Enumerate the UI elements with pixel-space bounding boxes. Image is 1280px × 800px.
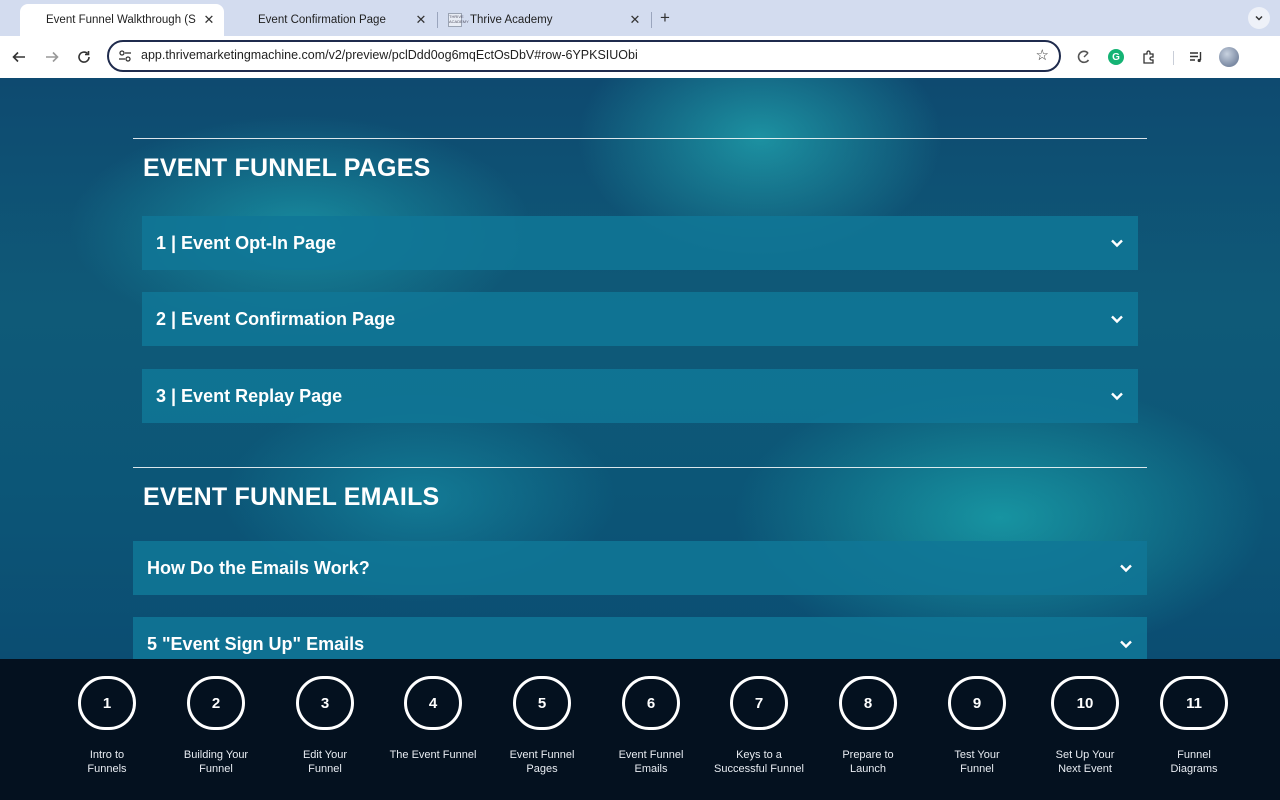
step-11-funnel-diagrams[interactable]: 11 Funnel Diagrams xyxy=(1139,659,1249,800)
new-tab-button[interactable]: + xyxy=(655,8,675,28)
address-bar[interactable]: app.thrivemarketingmachine.com/v2/previe… xyxy=(107,40,1061,72)
tab-strip: Event Funnel Walkthrough (ST ✕ Event Con… xyxy=(0,0,1280,36)
close-icon[interactable]: ✕ xyxy=(412,11,430,29)
forward-arrow-icon[interactable] xyxy=(41,46,63,68)
page-viewport: EVENT FUNNEL PAGES 1 | Event Opt-In Page… xyxy=(0,78,1280,659)
step-number[interactable]: 1 xyxy=(78,676,136,730)
grammarly-icon[interactable]: G xyxy=(1108,49,1124,65)
step-label[interactable]: Test Your Funnel xyxy=(922,748,1032,776)
accordion-event-opt-in-page[interactable]: 1 | Event Opt-In Page xyxy=(142,216,1138,270)
step-number[interactable]: 2 xyxy=(187,676,245,730)
accordion-event-confirmation-page[interactable]: 2 | Event Confirmation Page xyxy=(142,292,1138,346)
chevron-down-icon xyxy=(1111,392,1123,401)
step-10-set-up-your-next-event[interactable]: 10 Set Up Your Next Event xyxy=(1030,659,1140,800)
section-title-event-funnel-emails: EVENT FUNNEL EMAILS xyxy=(143,483,440,511)
step-number[interactable]: 5 xyxy=(513,676,571,730)
accordion-label: 5 "Event Sign Up" Emails xyxy=(147,633,365,654)
section-divider xyxy=(133,138,1147,139)
step-label[interactable]: Edit Your Funnel xyxy=(270,748,380,776)
step-number[interactable]: 11 xyxy=(1160,676,1228,730)
step-label[interactable]: Event Funnel Emails xyxy=(596,748,706,776)
step-number[interactable]: 6 xyxy=(622,676,680,730)
accordion-label: 1 | Event Opt-In Page xyxy=(156,232,337,253)
accordion-event-replay-page[interactable]: 3 | Event Replay Page xyxy=(142,369,1138,423)
close-icon[interactable]: ✕ xyxy=(200,11,218,29)
tab-search-chevron-down-icon[interactable] xyxy=(1248,7,1270,29)
step-label[interactable]: Intro to Funnels xyxy=(52,748,162,776)
accordion-how-do-the-emails-work[interactable]: How Do the Emails Work? xyxy=(133,541,1147,595)
accordion-label: 3 | Event Replay Page xyxy=(156,385,343,406)
section-title-event-funnel-pages: EVENT FUNNEL PAGES xyxy=(143,154,431,182)
tab-separator xyxy=(651,12,652,28)
step-6-event-funnel-emails[interactable]: 6 Event Funnel Emails xyxy=(596,659,706,800)
step-number[interactable]: 7 xyxy=(730,676,788,730)
chevron-down-icon xyxy=(1111,239,1123,248)
step-label[interactable]: Building Your Funnel xyxy=(161,748,271,776)
tab-separator xyxy=(437,12,438,28)
tab-title: Event Confirmation Page xyxy=(258,14,386,26)
bottom-step-nav: 1 Intro to Funnels 2 Building Your Funne… xyxy=(0,659,1280,800)
thrive-academy-favicon-icon: THRIVE ACADEMY xyxy=(448,13,469,27)
chevron-down-icon xyxy=(1120,564,1132,573)
step-label[interactable]: Keys to a Successful Funnel xyxy=(704,748,814,776)
tab-title: Event Funnel Walkthrough (ST xyxy=(46,14,196,26)
step-1-intro-to-funnels[interactable]: 1 Intro to Funnels xyxy=(52,659,162,800)
step-4-the-event-funnel[interactable]: 4 The Event Funnel xyxy=(378,659,488,800)
step-number[interactable]: 9 xyxy=(948,676,1006,730)
loading-circle-icon[interactable] xyxy=(1074,47,1094,67)
puzzle-icon[interactable] xyxy=(1139,47,1159,67)
section-divider xyxy=(133,467,1147,468)
step-number[interactable]: 3 xyxy=(296,676,354,730)
close-icon[interactable]: ✕ xyxy=(626,11,644,29)
step-label[interactable]: Prepare to Launch xyxy=(813,748,923,776)
chevron-down-icon xyxy=(1120,640,1132,649)
tab-event-funnel-walkthrough[interactable]: Event Funnel Walkthrough (ST ✕ xyxy=(20,4,224,36)
step-7-keys-to-a-successful-funnel[interactable]: 7 Keys to a Successful Funnel xyxy=(704,659,814,800)
avatar[interactable] xyxy=(1219,47,1239,67)
step-label[interactable]: Set Up Your Next Event xyxy=(1030,748,1140,776)
step-label[interactable]: The Event Funnel xyxy=(378,748,488,762)
step-number[interactable]: 4 xyxy=(404,676,462,730)
step-2-building-your-funnel[interactable]: 2 Building Your Funnel xyxy=(161,659,271,800)
accordion-label: How Do the Emails Work? xyxy=(147,557,370,578)
reload-icon[interactable] xyxy=(73,46,95,68)
step-9-test-your-funnel[interactable]: 9 Test Your Funnel xyxy=(922,659,1032,800)
accordion-label: 2 | Event Confirmation Page xyxy=(156,308,396,329)
star-icon[interactable]: ☆ xyxy=(1036,46,1049,64)
accordion-event-sign-up-emails[interactable]: 5 "Event Sign Up" Emails xyxy=(133,617,1147,659)
tab-thrive-academy[interactable]: THRIVE ACADEMY Thrive Academy ✕ xyxy=(440,4,650,36)
step-number[interactable]: 10 xyxy=(1051,676,1119,730)
step-5-event-funnel-pages[interactable]: 5 Event Funnel Pages xyxy=(487,659,597,800)
step-label[interactable]: Funnel Diagrams xyxy=(1139,748,1249,776)
step-label[interactable]: Event Funnel Pages xyxy=(487,748,597,776)
step-8-prepare-to-launch[interactable]: 8 Prepare to Launch xyxy=(813,659,923,800)
back-arrow-icon[interactable] xyxy=(8,46,30,68)
step-3-edit-your-funnel[interactable]: 3 Edit Your Funnel xyxy=(270,659,380,800)
tab-event-confirmation-page[interactable]: Event Confirmation Page ✕ xyxy=(232,4,436,36)
media-control-icon[interactable] xyxy=(1186,47,1206,67)
tune-icon[interactable] xyxy=(118,49,132,63)
step-number[interactable]: 8 xyxy=(839,676,897,730)
url-text[interactable]: app.thrivemarketingmachine.com/v2/previe… xyxy=(141,48,638,62)
browser-toolbar: app.thrivemarketingmachine.com/v2/previe… xyxy=(0,36,1280,78)
chevron-down-icon xyxy=(1111,315,1123,324)
toolbar-divider xyxy=(1173,51,1174,65)
